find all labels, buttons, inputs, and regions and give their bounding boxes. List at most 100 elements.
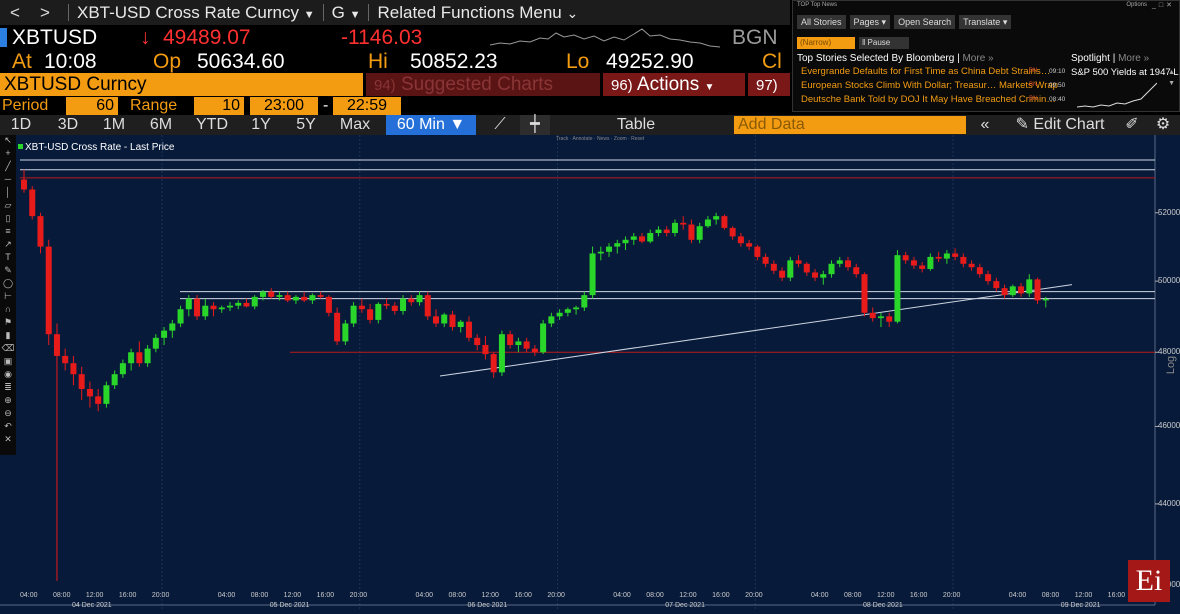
pause-icon: ‖: [862, 38, 866, 47]
eraser-icon[interactable]: ⌫: [0, 343, 16, 356]
horizontal-line-icon[interactable]: ─: [0, 174, 16, 187]
zoom-in-icon[interactable]: ⊕: [0, 395, 16, 408]
scale-label[interactable]: Log: [1165, 356, 1177, 374]
spotlight-more-link[interactable]: More »: [1118, 53, 1149, 64]
spotlight-item[interactable]: S&P 500 Yields at 1947 L…: [1071, 67, 1180, 78]
undo-icon[interactable]: ↶: [0, 421, 16, 434]
cursor-icon[interactable]: ↖: [0, 135, 16, 148]
table-button[interactable]: Table: [596, 115, 676, 135]
forward-button[interactable]: >: [30, 3, 60, 23]
range-6m-button[interactable]: 6M: [142, 115, 180, 135]
ruler-icon[interactable]: ⊢: [0, 291, 16, 304]
x-tick-label: 04:00: [217, 592, 236, 599]
candlestick-icon[interactable]: ┿: [520, 115, 550, 135]
suggested-charts-button[interactable]: 94) Suggested Charts: [366, 73, 600, 96]
ellipse-icon[interactable]: ◯: [0, 278, 16, 291]
window-controls[interactable]: _□✕: [1152, 1, 1175, 9]
range-1d-button[interactable]: 1D: [4, 115, 38, 135]
marker-icon[interactable]: ▮: [0, 330, 16, 343]
time-from-input[interactable]: 23:00: [250, 97, 318, 115]
range-3d-button[interactable]: 3D: [50, 115, 86, 135]
top-stories-header: Top Stories Selected By Bloomberg | More…: [797, 53, 994, 64]
more-stories-link[interactable]: More »: [962, 53, 993, 64]
channel-icon[interactable]: ▱: [0, 200, 16, 213]
annotate-icon[interactable]: ✐: [1120, 115, 1144, 135]
interval-dropdown[interactable]: 60 Min ▼: [386, 115, 476, 135]
pause-button[interactable]: ‖ Pause: [859, 37, 909, 49]
pencil-icon[interactable]: ✎: [0, 265, 16, 278]
range-input[interactable]: 10: [194, 97, 244, 115]
tab-translate[interactable]: Translate ▾: [959, 15, 1012, 29]
arrow-icon[interactable]: ↗: [0, 239, 16, 252]
story-source: BN: [1029, 68, 1038, 74]
time-dash: -: [323, 97, 329, 114]
collapse-icon[interactable]: «: [972, 115, 998, 135]
narrow-input[interactable]: (Narrow): [797, 37, 855, 49]
zoom-out-icon[interactable]: ⊖: [0, 408, 16, 421]
candle-down: [935, 256, 942, 259]
layers-icon[interactable]: ≣: [0, 382, 16, 395]
pause-label: Pause: [867, 38, 891, 47]
vertical-line-icon[interactable]: │: [0, 187, 16, 200]
back-button[interactable]: <: [0, 3, 30, 23]
range-5y-button[interactable]: 5Y: [288, 115, 324, 135]
price-chart[interactable]: ↖ + ╱ ─ │ ▱ ▯ ≡ ↗ T ✎ ◯ ⊢ ∩ ⚑ ▮ ⌫ ▣ ◉ ≣ …: [0, 135, 1180, 614]
add-data-input[interactable]: Add Data: [734, 116, 966, 134]
ei-logo: Ei: [1128, 560, 1170, 602]
candle-down: [919, 265, 926, 269]
eye-icon[interactable]: ◉: [0, 369, 16, 382]
candle-up: [589, 253, 596, 296]
range-1m-button[interactable]: 1M: [96, 115, 132, 135]
security-menu[interactable]: XBT-USD Cross Rate Curncy ▼: [77, 3, 315, 23]
chart-mini-toolbar[interactable]: Track · Annotate · News · Zoom · Reset: [556, 136, 644, 142]
news-story[interactable]: Evergrande Defaults for First Time as Ch…: [801, 66, 1065, 77]
tab-pages[interactable]: Pages ▾: [849, 15, 891, 29]
gear-icon[interactable]: ⚙: [1150, 115, 1176, 135]
line-chart-icon[interactable]: ⟋: [486, 115, 514, 135]
trendline-icon[interactable]: ╱: [0, 161, 16, 174]
candle-up: [820, 274, 827, 278]
flag-icon[interactable]: ⚑: [0, 317, 16, 330]
x-tick-label: 08:00: [646, 592, 664, 599]
tab-open-search[interactable]: Open Search: [894, 15, 956, 29]
candle-down: [317, 295, 324, 297]
ticker-symbol: XBTUSD: [12, 26, 98, 49]
chart-canvas[interactable]: [0, 135, 1180, 614]
actions-button[interactable]: 96) Actions ▼: [603, 73, 745, 96]
fibonacci-icon[interactable]: ≡: [0, 226, 16, 239]
trash-icon[interactable]: ✕: [0, 434, 16, 447]
pencil-icon: ✎: [1015, 116, 1029, 133]
range-ytd-button[interactable]: YTD: [190, 115, 234, 135]
news-story[interactable]: European Stocks Climb With Dollar; Treas…: [801, 80, 1065, 91]
candle-down: [268, 291, 275, 297]
candle-up: [441, 314, 448, 324]
security-menu-label: XBT-USD Cross Rate Curncy: [77, 2, 299, 22]
candle-down: [45, 246, 52, 335]
tab-all-stories[interactable]: All Stories: [797, 15, 846, 29]
text-icon[interactable]: T: [0, 252, 16, 265]
time-to-input[interactable]: 22:59: [333, 97, 401, 115]
candle-down: [408, 298, 415, 303]
go-menu[interactable]: G ▼: [332, 3, 361, 23]
candle-up: [1042, 298, 1049, 301]
news-story[interactable]: Deutsche Bank Told by DOJ It May Have Br…: [801, 94, 1065, 105]
candle-up: [350, 305, 357, 324]
candle-up: [169, 323, 176, 331]
news-options-button[interactable]: Options: [1126, 2, 1147, 8]
go-label: G: [331, 2, 345, 22]
range-max-button[interactable]: Max: [334, 115, 376, 135]
x-tick-label: 04:00: [1008, 592, 1027, 599]
related-functions-menu[interactable]: Related Functions Menu ⌄: [377, 3, 578, 23]
candle-up: [498, 334, 505, 373]
news-scroll-controls[interactable]: ▲ ▼: [1168, 67, 1175, 89]
range-1y-button[interactable]: 1Y: [244, 115, 278, 135]
edit-chart-button[interactable]: ✎ Edit Chart: [1004, 115, 1116, 135]
rectangle-icon[interactable]: ▯: [0, 213, 16, 226]
function-97-button[interactable]: 97): [748, 73, 790, 96]
next-num: 97): [756, 77, 778, 94]
security-field[interactable]: XBTUSD Curncy: [0, 73, 363, 96]
crosshair-icon[interactable]: +: [0, 148, 16, 161]
period-input[interactable]: 60: [66, 97, 118, 115]
magnet-icon[interactable]: ∩: [0, 304, 16, 317]
lock-icon[interactable]: ▣: [0, 356, 16, 369]
